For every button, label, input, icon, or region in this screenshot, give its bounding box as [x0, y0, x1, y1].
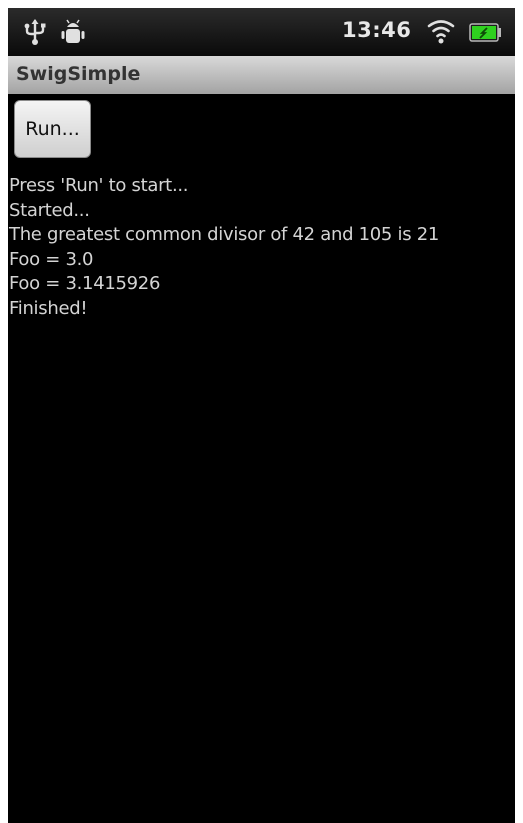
output-line: Press 'Run' to start...: [9, 175, 189, 196]
debug-icon: [61, 19, 85, 43]
battery-icon: [469, 23, 501, 42]
wifi-icon: [427, 20, 455, 44]
output-log: Press 'Run' to start... Started... The g…: [9, 174, 514, 321]
output-line: Started...: [9, 199, 90, 221]
app-title-bar: SwigSimple: [8, 56, 515, 94]
output-line: Foo = 3.1415926: [9, 273, 161, 294]
app-title: SwigSimple: [16, 63, 141, 85]
output-line: Finished!: [9, 297, 88, 319]
run-button[interactable]: Run...: [14, 100, 91, 158]
device-screen: 13:46 SwigSimple Run... Press 'Run' to s…: [8, 8, 515, 823]
output-line: The greatest common divisor of 42 and 10…: [9, 224, 440, 245]
output-line: Foo = 3.0: [9, 248, 94, 270]
status-bar: 13:46: [8, 8, 515, 56]
run-button-label: Run...: [25, 118, 80, 140]
status-time: 13:46: [342, 18, 412, 42]
usb-icon: [24, 19, 46, 45]
